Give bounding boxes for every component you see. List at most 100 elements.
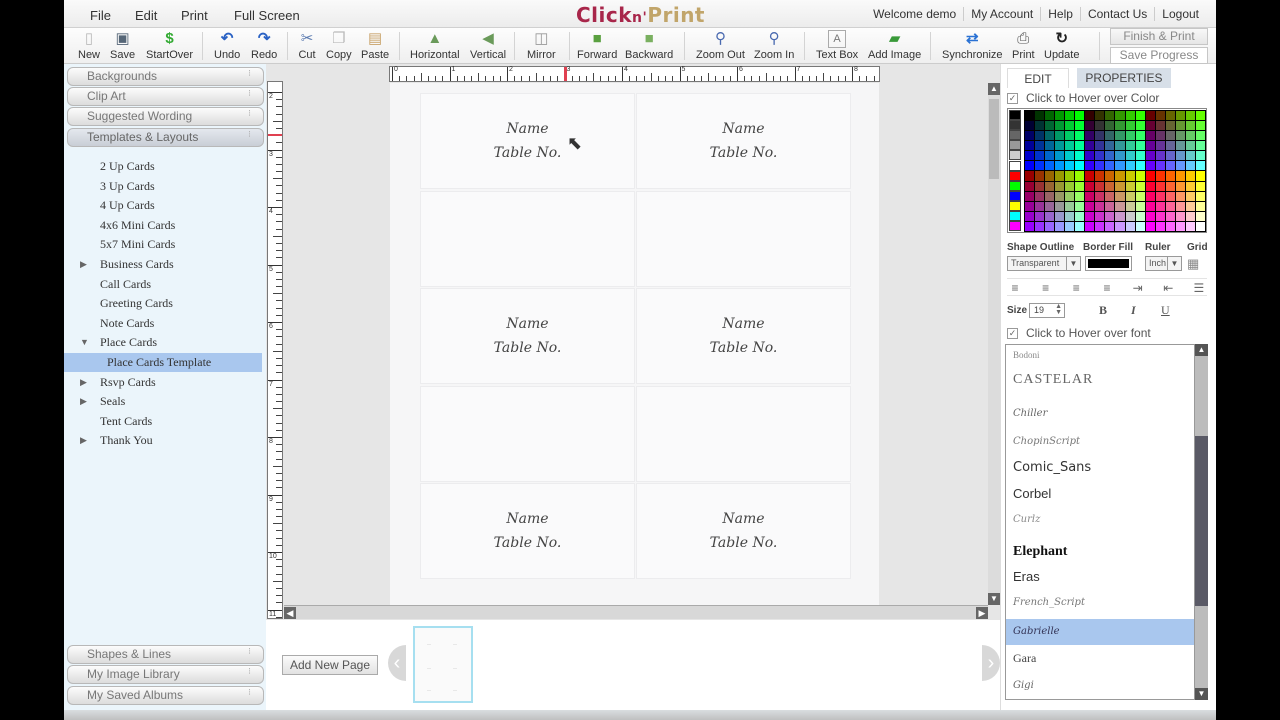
color-cell[interactable]	[1155, 191, 1165, 201]
color-cell[interactable]	[1135, 141, 1145, 151]
color-cell[interactable]	[1045, 181, 1055, 191]
color-cell[interactable]	[1075, 131, 1085, 141]
color-cell[interactable]	[1185, 201, 1195, 211]
color-cell[interactable]	[1165, 221, 1175, 231]
color-cell[interactable]	[1155, 131, 1165, 141]
color-cell[interactable]	[1195, 221, 1205, 231]
menu-full-screen[interactable]: Full Screen	[234, 8, 300, 23]
print-button[interactable]: ⎙ Print	[1012, 30, 1035, 61]
design-page[interactable]: Name Table No. Name Table No. Name Table No. N…	[390, 83, 879, 605]
color-cell[interactable]	[1175, 191, 1185, 201]
zoom-out-button[interactable]: ⚲ Zoom Out	[696, 30, 745, 61]
color-cell[interactable]	[1175, 111, 1185, 121]
card-name-text[interactable]: Name	[637, 316, 850, 332]
color-cell[interactable]	[1155, 161, 1165, 171]
color-cell[interactable]	[1145, 181, 1155, 191]
color-cell[interactable]	[1105, 201, 1115, 211]
font-option[interactable]: Gabrielle	[1006, 619, 1194, 645]
color-cell[interactable]	[1185, 121, 1195, 131]
color-cell[interactable]	[1045, 141, 1055, 151]
color-cell[interactable]	[1055, 151, 1065, 161]
color-cell[interactable]	[1045, 201, 1055, 211]
color-cell[interactable]	[1115, 171, 1125, 181]
font-list-scrollbar[interactable]: ▲ ▼	[1195, 344, 1208, 700]
color-cell[interactable]	[1095, 191, 1105, 201]
font-list[interactable]: Bodoni CASTELAR Chiller ChopinScript Comic_S…	[1005, 344, 1195, 700]
flip-vertical-button[interactable]: ◀ Vertical	[470, 30, 506, 61]
collapsed-arrow-icon[interactable]: ▶	[80, 373, 87, 392]
align-center-icon[interactable]: ≡	[1038, 281, 1054, 295]
tree-item[interactable]: Place Cards Template	[64, 353, 262, 372]
place-card[interactable]: Name Table No.	[636, 288, 851, 384]
color-cell[interactable]	[1185, 221, 1195, 231]
scroll-thumb[interactable]	[989, 99, 999, 179]
paste-button[interactable]: ▤ Paste	[361, 30, 389, 61]
color-swatch[interactable]	[1009, 160, 1021, 171]
indent-icon[interactable]: ⇥	[1130, 281, 1146, 295]
color-cell[interactable]	[1125, 111, 1135, 121]
color-cell[interactable]	[1035, 161, 1045, 171]
color-cell[interactable]	[1185, 211, 1195, 221]
color-cell[interactable]	[1055, 131, 1065, 141]
color-cell[interactable]	[1055, 201, 1065, 211]
color-cell[interactable]	[1105, 171, 1115, 181]
color-cell[interactable]	[1045, 171, 1055, 181]
color-cell[interactable]	[1025, 111, 1035, 121]
my-account-link[interactable]: My Account	[963, 7, 1040, 21]
color-cell[interactable]	[1065, 131, 1075, 141]
color-cell[interactable]	[1175, 201, 1185, 211]
color-cell[interactable]	[1185, 151, 1195, 161]
color-cell[interactable]	[1035, 121, 1045, 131]
color-cell[interactable]	[1055, 141, 1065, 151]
font-option[interactable]: CASTELAR	[1006, 367, 1194, 393]
color-cell[interactable]	[1075, 151, 1085, 161]
color-swatch[interactable]	[1009, 211, 1021, 221]
card-name-text[interactable]: Name	[637, 511, 850, 527]
backward-button[interactable]: ■ Backward	[625, 30, 673, 61]
color-cell[interactable]	[1105, 141, 1115, 151]
color-cell[interactable]	[1035, 171, 1045, 181]
color-cell[interactable]	[1085, 121, 1095, 131]
color-cell[interactable]	[1045, 121, 1055, 131]
color-cell[interactable]	[1065, 141, 1075, 151]
menu-edit[interactable]: Edit	[135, 8, 157, 23]
color-cell[interactable]	[1145, 221, 1155, 231]
card-name-text[interactable]: Name	[421, 511, 634, 527]
card-name-text[interactable]: Name	[637, 121, 850, 137]
tree-item[interactable]: ▶ Seals	[64, 392, 262, 411]
place-card[interactable]	[420, 190, 635, 287]
tree-item[interactable]: Call Cards	[64, 275, 262, 294]
synchronize-button[interactable]: ⇄ Synchronize	[942, 30, 1003, 61]
color-cell[interactable]	[1115, 111, 1125, 121]
color-cell[interactable]	[1115, 151, 1125, 161]
tree-item[interactable]: Tent Cards	[64, 412, 262, 431]
tree-item[interactable]: Note Cards	[64, 314, 262, 333]
color-cell[interactable]	[1095, 211, 1105, 221]
font-option[interactable]: Eras	[1006, 564, 1194, 590]
align-right-icon[interactable]: ≡	[1068, 281, 1084, 295]
color-cell[interactable]	[1155, 111, 1165, 121]
color-cell[interactable]	[1155, 141, 1165, 151]
color-cell[interactable]	[1135, 221, 1145, 231]
hover-font-checkbox[interactable]: ✓	[1007, 327, 1018, 339]
outdent-icon[interactable]: ⇤	[1160, 281, 1176, 295]
place-card[interactable]	[636, 190, 851, 287]
color-cell[interactable]	[1155, 181, 1165, 191]
color-cell[interactable]	[1155, 171, 1165, 181]
color-cell[interactable]	[1065, 181, 1075, 191]
accordion-shapes-lines[interactable]: Shapes & Lines ⁝	[67, 645, 264, 664]
add-image-button[interactable]: ▰ Add Image	[868, 30, 921, 61]
tree-item[interactable]: ▼ Place Cards	[64, 333, 262, 352]
color-cell[interactable]	[1085, 111, 1095, 121]
font-size-stepper[interactable]: 19 ▲ ▼	[1029, 303, 1065, 318]
color-cell[interactable]	[1035, 131, 1045, 141]
zoom-in-button[interactable]: ⚲ Zoom In	[754, 30, 794, 61]
color-cell[interactable]	[1095, 141, 1105, 151]
color-cell[interactable]	[1145, 131, 1155, 141]
flip-horizontal-button[interactable]: ▲ Horizontal	[410, 30, 460, 61]
color-cell[interactable]	[1025, 161, 1035, 171]
color-cell[interactable]	[1145, 121, 1155, 131]
color-cell[interactable]	[1075, 171, 1085, 181]
color-cell[interactable]	[1125, 221, 1135, 231]
color-cell[interactable]	[1065, 151, 1075, 161]
